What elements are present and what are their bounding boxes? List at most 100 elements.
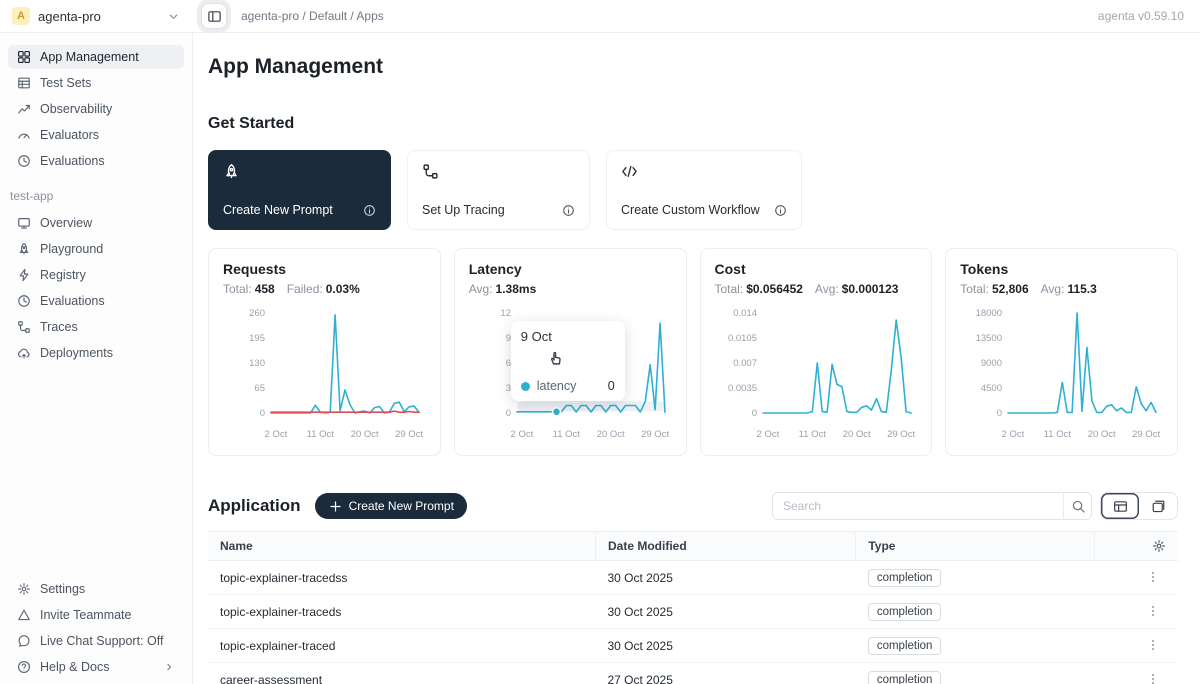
chart-stat: Avg:115.3 xyxy=(1041,282,1097,296)
row-menu-button[interactable] xyxy=(1140,670,1166,684)
svg-text:0: 0 xyxy=(260,408,265,419)
view-toggle xyxy=(1100,492,1178,520)
search-box xyxy=(772,492,1092,520)
svg-text:13500: 13500 xyxy=(976,333,1002,344)
sidebar-item-test-sets[interactable]: Test Sets xyxy=(8,71,184,95)
workspace-avatar: A xyxy=(12,7,30,25)
info-icon[interactable] xyxy=(548,204,575,217)
workspace-switcher[interactable]: A agenta-pro xyxy=(0,7,193,25)
breadcrumb: agenta-pro / Default / Apps xyxy=(241,9,384,23)
create-new-prompt-button[interactable]: Create New Prompt xyxy=(315,493,467,519)
chart-title: Requests xyxy=(223,261,426,277)
chart-stats: Total:$0.056452Avg:$0.000123 xyxy=(715,282,918,296)
app-name: topic-explainer-tracedss xyxy=(208,561,596,595)
code-icon xyxy=(621,163,787,180)
svg-text:0.014: 0.014 xyxy=(733,308,757,319)
sidebar-item-evaluators[interactable]: Evaluators xyxy=(8,123,184,147)
chevron-down-icon xyxy=(166,9,181,24)
sidebar-item-label: Test Sets xyxy=(40,76,91,90)
monitor-icon xyxy=(17,216,31,230)
sidebar-item-registry[interactable]: Registry xyxy=(8,263,184,287)
sidebar-item-label: Evaluators xyxy=(40,128,99,142)
observability-icon xyxy=(17,102,31,116)
sidebar-item-label: Registry xyxy=(40,268,86,282)
sidebar-item-overview[interactable]: Overview xyxy=(8,211,184,235)
sidebar-item-app-management[interactable]: App Management xyxy=(8,45,184,69)
svg-text:195: 195 xyxy=(249,333,265,344)
sidebar-collapse-button[interactable] xyxy=(201,3,227,29)
type-badge: completion xyxy=(868,637,942,655)
card-view-button[interactable] xyxy=(1139,493,1177,519)
table-row-topic-explainer-traceds[interactable]: topic-explainer-traceds30 Oct 2025comple… xyxy=(208,595,1178,629)
invite-icon xyxy=(17,608,31,622)
chart-stats: Total:458Failed:0.03% xyxy=(223,282,426,296)
chart-title: Tokens xyxy=(960,261,1163,277)
sidebar-item-traces[interactable]: Traces xyxy=(8,315,184,339)
sidebar-item-live-chat-support-off[interactable]: Live Chat Support: Off xyxy=(8,629,184,653)
table-row-career-assessment[interactable]: career-assessment27 Oct 2025 completion xyxy=(208,663,1178,684)
chart-title: Cost xyxy=(715,261,918,277)
panel-icon xyxy=(207,9,222,24)
info-icon[interactable] xyxy=(349,204,376,217)
page-title: App Management xyxy=(208,55,1178,79)
sidebar: App Management Test Sets Observability E… xyxy=(0,33,193,684)
card-create-new-prompt[interactable]: Create New Prompt xyxy=(208,150,391,230)
sidebar-project-nav: Overview Playground Registry Evaluations… xyxy=(8,211,184,367)
info-icon[interactable] xyxy=(760,204,787,217)
create-new-prompt-label: Create New Prompt xyxy=(349,499,454,513)
applications-table: NameDate ModifiedType topic-explainer-tr… xyxy=(208,531,1178,684)
card-set-up-tracing[interactable]: Set Up Tracing xyxy=(407,150,590,230)
chat-icon xyxy=(17,634,31,648)
sidebar-item-label: Observability xyxy=(40,102,112,116)
sidebar-item-invite-teammate[interactable]: Invite Teammate xyxy=(8,603,184,627)
row-menu-button[interactable] xyxy=(1140,568,1166,588)
svg-text:20 Oct: 20 Oct xyxy=(1088,429,1116,440)
svg-text:18000: 18000 xyxy=(976,308,1002,319)
svg-text:20 Oct: 20 Oct xyxy=(351,429,379,440)
sidebar-item-observability[interactable]: Observability xyxy=(8,97,184,121)
svg-text:65: 65 xyxy=(254,383,265,394)
tooltip-value: 0 xyxy=(608,379,615,393)
speedometer-icon xyxy=(17,154,31,168)
sidebar-item-settings[interactable]: Settings xyxy=(8,577,184,601)
chart-plot: 18000135009000450002 Oct11 Oct20 Oct29 O… xyxy=(960,301,1161,447)
svg-text:3: 3 xyxy=(505,383,510,394)
app-date-modified: 27 Oct 2025 xyxy=(596,663,856,684)
main-content: App Management Get Started Create New Pr… xyxy=(193,33,1200,684)
svg-text:0.0105: 0.0105 xyxy=(727,333,756,344)
card-create-custom-workflow[interactable]: Create Custom Workflow xyxy=(606,150,802,230)
row-menu-button[interactable] xyxy=(1140,636,1166,656)
search-icon[interactable] xyxy=(1063,492,1092,520)
table-row-topic-explainer-traced[interactable]: topic-explainer-traced30 Oct 2025complet… xyxy=(208,629,1178,663)
chart-card-latency: Latency Avg:1.38ms 1296302 Oct11 Oct20 O… xyxy=(454,248,687,456)
table-row-topic-explainer-tracedss[interactable]: topic-explainer-tracedss30 Oct 2025compl… xyxy=(208,561,1178,595)
svg-text:0.007: 0.007 xyxy=(733,358,757,369)
sidebar-item-help-docs[interactable]: Help & Docs xyxy=(8,655,184,679)
top-bar: A agenta-pro agenta-pro / Default / Apps… xyxy=(0,0,1200,33)
svg-text:0.0035: 0.0035 xyxy=(727,383,756,394)
app-name: topic-explainer-traceds xyxy=(208,595,596,629)
tooltip-series-row: latency0 xyxy=(521,379,615,393)
gauge-icon xyxy=(17,128,31,142)
get-started-heading: Get Started xyxy=(208,115,1178,133)
application-heading: Application xyxy=(208,496,301,516)
search-input[interactable] xyxy=(772,492,1092,520)
sidebar-main-nav: App Management Test Sets Observability E… xyxy=(8,45,184,175)
svg-text:12: 12 xyxy=(500,308,511,319)
sidebar-item-deployments[interactable]: Deployments xyxy=(8,341,184,365)
row-menu-button[interactable] xyxy=(1140,602,1166,622)
chart-stats: Avg:1.38ms xyxy=(469,282,672,296)
sidebar-item-playground[interactable]: Playground xyxy=(8,237,184,261)
sidebar-item-evaluations[interactable]: Evaluations xyxy=(8,149,184,173)
table-view-button[interactable] xyxy=(1101,493,1139,519)
app-name: career-assessment xyxy=(208,663,596,684)
svg-text:4500: 4500 xyxy=(981,383,1002,394)
type-badge: completion xyxy=(868,671,942,684)
chart-title: Latency xyxy=(469,261,672,277)
sidebar-item-evaluations[interactable]: Evaluations xyxy=(8,289,184,313)
column-header-date-modified: Date Modified xyxy=(596,532,856,561)
metrics-charts: Requests Total:458Failed:0.03% 260195130… xyxy=(208,248,1178,456)
card-view-icon xyxy=(1151,499,1166,514)
svg-text:260: 260 xyxy=(249,308,265,319)
gear-icon[interactable] xyxy=(1152,539,1166,553)
